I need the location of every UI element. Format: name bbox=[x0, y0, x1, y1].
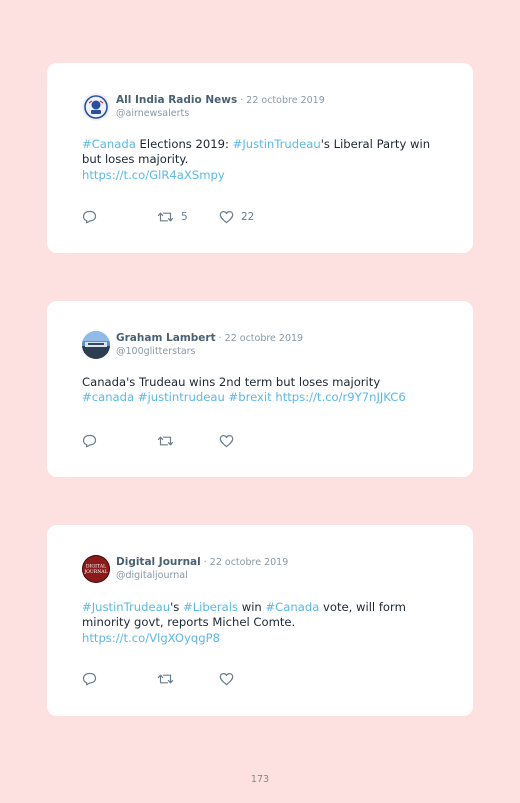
author-handle[interactable]: @digitaljournal bbox=[116, 569, 288, 582]
text-segment: Elections 2019: bbox=[135, 137, 233, 151]
hashtag-link[interactable]: #Liberals bbox=[183, 600, 238, 614]
author-name[interactable]: Graham Lambert bbox=[116, 332, 216, 344]
tweet-date[interactable]: · 22 octobre 2019 bbox=[201, 557, 289, 568]
reply-button[interactable] bbox=[82, 434, 157, 448]
retweet-button[interactable] bbox=[157, 434, 219, 448]
tweet-header: All India Radio News · 22 octobre 2019 @… bbox=[82, 92, 325, 122]
reply-icon bbox=[82, 672, 97, 686]
author-name[interactable]: Digital Journal bbox=[116, 556, 201, 568]
like-count: 22 bbox=[241, 211, 255, 223]
author-handle[interactable]: @airnewsalerts bbox=[116, 107, 325, 120]
hashtag-link[interactable]: #Canada bbox=[82, 137, 136, 151]
reply-icon bbox=[82, 210, 97, 224]
digital-journal-logo: DIGITAL JOURNAL bbox=[82, 555, 110, 583]
page-number: 173 bbox=[250, 774, 270, 785]
hashtag-link[interactable]: #Canada bbox=[265, 600, 319, 614]
tweet-date[interactable]: · 22 octobre 2019 bbox=[216, 333, 304, 344]
like-button[interactable] bbox=[219, 672, 241, 686]
hashtag-link[interactable]: #canada #justintrudeau #brexit https://t… bbox=[82, 390, 406, 404]
text-segment: win bbox=[238, 600, 266, 614]
url-link[interactable]: https://t.co/GlR4aXSmpy bbox=[82, 168, 225, 182]
tweet-text: #Canada Elections 2019: #JustinTrudeau's… bbox=[82, 137, 433, 183]
hashtag-link[interactable]: #JustinTrudeau bbox=[233, 137, 321, 151]
digital-journal-logo-text-1: DIGITAL bbox=[86, 564, 106, 570]
air-emblem-icon bbox=[82, 93, 110, 121]
tweet-card: All India Radio News · 22 octobre 2019 @… bbox=[47, 63, 473, 253]
reply-icon bbox=[82, 434, 97, 448]
tweet-card: Graham Lambert · 22 octobre 2019 @100gli… bbox=[47, 301, 473, 477]
sky-photo-avatar bbox=[82, 331, 110, 359]
tweet-actions bbox=[82, 433, 241, 449]
tweet-text: #JustinTrudeau's #Liberals win #Canada v… bbox=[82, 600, 433, 646]
retweet-count: 5 bbox=[181, 211, 188, 223]
hashtag-link[interactable]: #JustinTrudeau bbox=[82, 600, 170, 614]
reply-button[interactable] bbox=[82, 672, 157, 686]
tweet-actions bbox=[82, 671, 241, 687]
author-handle[interactable]: @100glitterstars bbox=[116, 345, 303, 358]
retweet-button[interactable] bbox=[157, 672, 219, 686]
retweet-icon bbox=[157, 436, 174, 446]
retweet-icon bbox=[157, 674, 174, 684]
tweet-date[interactable]: · 22 octobre 2019 bbox=[237, 95, 325, 106]
retweet-button[interactable]: 5 bbox=[157, 210, 219, 224]
tweet-actions: 5 22 bbox=[82, 209, 254, 225]
like-button[interactable]: 22 bbox=[219, 210, 254, 224]
like-button[interactable] bbox=[219, 434, 241, 448]
tweet-card: DIGITAL JOURNAL Digital Journal · 22 oct… bbox=[47, 525, 473, 716]
url-link[interactable]: https://t.co/VlgXOyqgP8 bbox=[82, 631, 220, 645]
reply-button[interactable] bbox=[82, 210, 157, 224]
avatar[interactable]: DIGITAL JOURNAL bbox=[82, 555, 110, 583]
avatar[interactable] bbox=[82, 331, 110, 359]
author-name[interactable]: All India Radio News bbox=[116, 94, 237, 106]
tweet-text: Canada's Trudeau wins 2nd term but loses… bbox=[82, 375, 433, 406]
text-segment: Canada's Trudeau wins 2nd term but loses… bbox=[82, 375, 381, 389]
heart-icon bbox=[219, 673, 234, 686]
tweet-header: DIGITAL JOURNAL Digital Journal · 22 oct… bbox=[82, 554, 288, 584]
avatar[interactable] bbox=[82, 93, 110, 121]
tweet-header: Graham Lambert · 22 octobre 2019 @100gli… bbox=[82, 330, 303, 360]
retweet-icon bbox=[157, 212, 174, 222]
text-segment: 's bbox=[170, 600, 183, 614]
heart-icon bbox=[219, 435, 234, 448]
digital-journal-logo-text-2: JOURNAL bbox=[83, 569, 107, 575]
heart-icon bbox=[219, 211, 234, 224]
